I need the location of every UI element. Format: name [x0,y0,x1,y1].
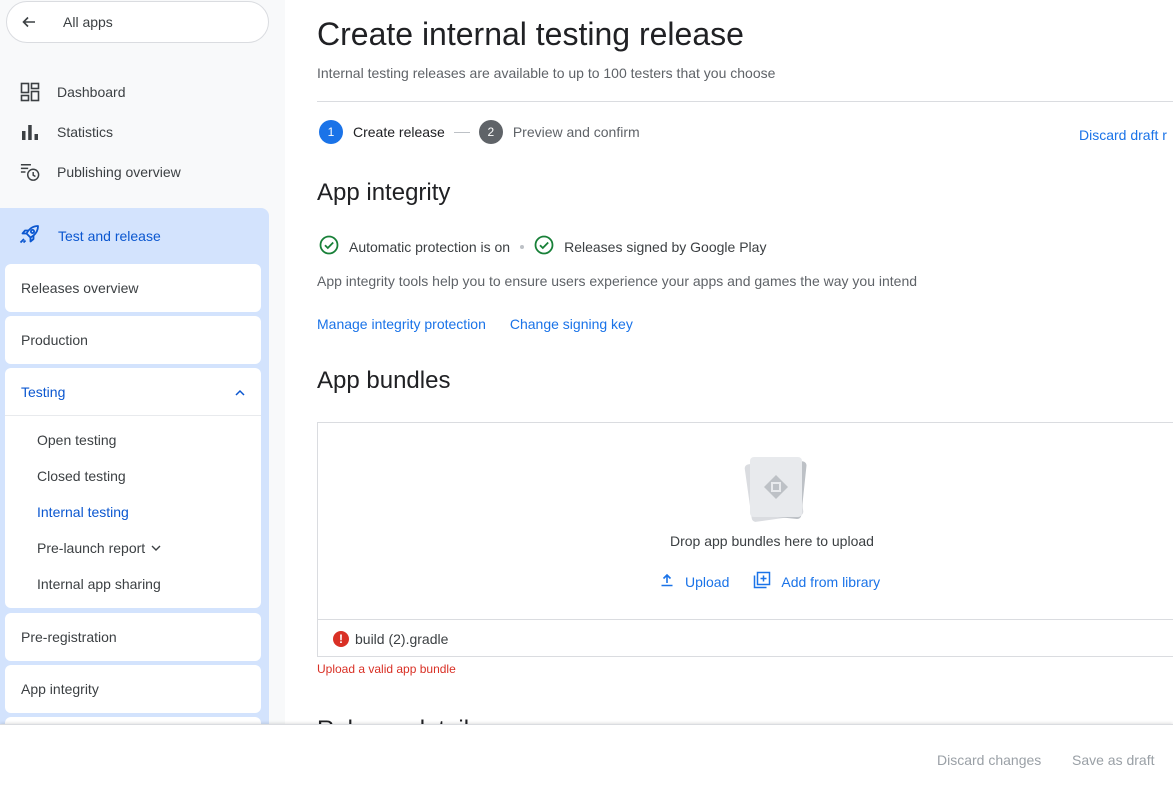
integrity-links: Manage integrity protection Change signi… [317,316,633,332]
sidebar-item-label: Internal app sharing [37,576,161,592]
sidebar-item-label: Production [21,332,88,348]
bundle-dropzone[interactable]: Drop app bundles here to upload Upload A… [317,422,1173,657]
sidebar-item-label: Testing [21,383,66,400]
all-apps-label: All apps [63,14,113,30]
sidebar-item-closed-testing[interactable]: Closed testing [5,458,261,494]
sidebar-item-dashboard[interactable]: Dashboard [0,72,285,112]
signing-status: Releases signed by Google Play [564,238,767,255]
sidebar-item-label: Releases overview [21,280,139,296]
step-preview-confirm[interactable]: Preview and confirm [513,124,640,140]
dashboard-icon [20,82,40,102]
upload-label: Upload [685,573,730,590]
discard-changes-button[interactable]: Discard changes [937,752,1041,768]
uploaded-file-row: ! build (2).gradle [318,619,1173,657]
sidebar-item-open-testing[interactable]: Open testing [5,422,261,458]
upload-button[interactable]: Upload [659,572,729,591]
bar-chart-icon [20,122,40,142]
discard-draft-link[interactable]: Discard draft r [1079,127,1167,143]
release-details-heading: Release details [317,716,481,724]
library-add-icon [753,571,771,592]
app-bundle-icon [742,453,808,523]
sidebar-item-label: Test and release [58,228,161,244]
sidebar-item-app-integrity[interactable]: App integrity [5,665,261,713]
sidebar-item-pre-registration[interactable]: Pre-registration [5,613,261,661]
chevron-up-icon [235,384,245,400]
chevron-down-icon [151,544,161,552]
main-content: Create internal testing release Internal… [317,0,1173,724]
sidebar-item-label: Closed testing [37,468,126,484]
add-from-library-button[interactable]: Add from library [753,571,880,592]
sidebar-item-label: App integrity [21,681,99,697]
sidebar: All apps Dashboard Statistics Publishing… [0,0,285,724]
sidebar-item-next[interactable] [5,717,261,724]
check-circle-icon [534,235,554,258]
drop-instructions: Drop app bundles here to upload [670,533,874,549]
step-number: 1 [319,120,343,144]
sidebar-group-testing: Testing Open testing Closed testing Inte… [5,368,261,608]
sidebar-item-label: Dashboard [57,84,126,100]
app-bundles-heading: App bundles [317,367,451,394]
sidebar-item-pre-launch-report[interactable]: Pre-launch report [5,530,261,566]
sidebar-item-statistics[interactable]: Statistics [0,112,285,152]
rocket-icon [18,224,40,249]
step-separator [453,131,470,133]
page-title: Create internal testing release [317,16,744,52]
stepper: 1 Create release 2 Preview and confirm [319,120,640,144]
upload-actions: Upload Add from library [659,571,880,592]
sidebar-item-label: Pre-registration [21,629,117,645]
integrity-description: App integrity tools help you to ensure u… [317,273,918,289]
manage-integrity-link[interactable]: Manage integrity protection [317,316,486,332]
step-number: 2 [478,120,503,144]
sidebar-item-label: Pre-launch report [37,540,146,556]
sidebar-top-nav: Dashboard Statistics Publishing overview [0,72,285,192]
sidebar-item-label: Statistics [57,124,114,140]
integrity-status: Automatic protection is on Releases sign… [319,235,766,258]
sidebar-item-test-and-release[interactable]: Test and release [0,208,269,264]
sidebar-item-publishing-overview[interactable]: Publishing overview [0,152,285,192]
upload-icon [659,572,675,591]
action-footer: Discard changes Save as draft [0,724,1173,789]
check-circle-icon [319,235,339,258]
sidebar-item-label: Open testing [37,432,117,448]
separator-dot [520,244,525,249]
sidebar-item-label: Publishing overview [57,164,181,180]
file-name: build (2).gradle [355,630,449,647]
step-create-release[interactable]: Create release [353,124,445,140]
bundle-error-message: Upload a valid app bundle [317,662,456,676]
divider [317,101,1173,102]
save-as-draft-button[interactable]: Save as draft [1072,752,1155,768]
sidebar-item-internal-app-sharing[interactable]: Internal app sharing [5,566,261,602]
app-integrity-heading: App integrity [317,179,451,206]
sidebar-item-testing[interactable]: Testing [5,368,261,416]
all-apps-button[interactable]: All apps [6,1,269,43]
protection-status: Automatic protection is on [349,238,511,255]
sidebar-item-production[interactable]: Production [5,316,261,364]
publishing-clock-icon [20,162,40,182]
page-subtitle: Internal testing releases are available … [317,65,776,81]
change-signing-key-link[interactable]: Change signing key [510,316,633,332]
error-icon: ! [333,630,349,647]
sidebar-item-releases-overview[interactable]: Releases overview [5,264,261,312]
add-from-library-label: Add from library [781,573,881,590]
sidebar-item-label: Internal testing [37,504,129,520]
back-arrow-icon [21,14,37,30]
sidebar-item-internal-testing[interactable]: Internal testing [5,494,261,530]
